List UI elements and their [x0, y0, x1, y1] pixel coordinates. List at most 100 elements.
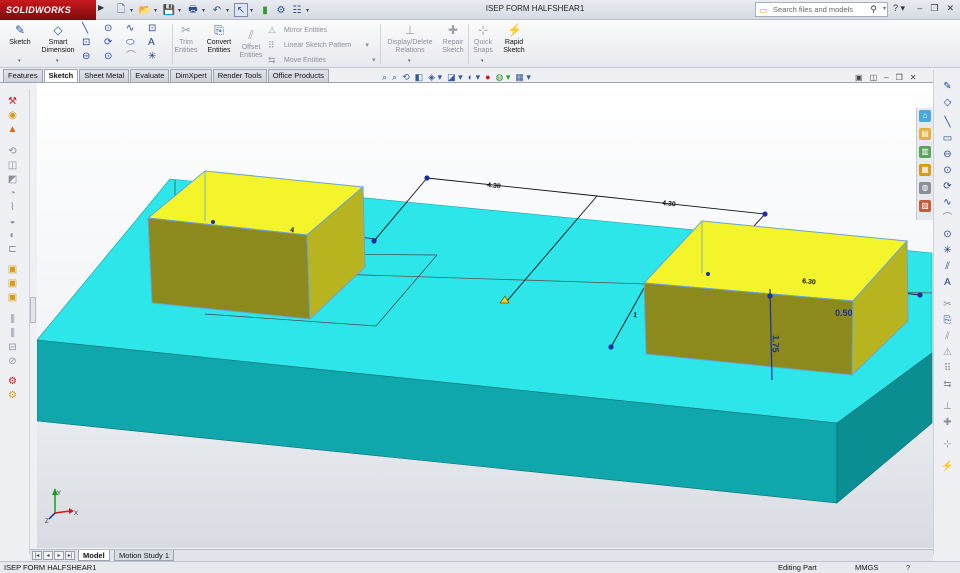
centerline-icon[interactable]: ⫽ [941, 260, 954, 273]
fillet-icon[interactable]: ⌒ [941, 212, 954, 225]
rapid-sketch-button[interactable]: ⚡ Rapid Sketch [500, 23, 528, 55]
edit-appearance-icon[interactable]: ● [485, 72, 490, 83]
select-cursor-icon[interactable]: ↖ [234, 3, 248, 17]
restore-icon[interactable]: ❐ [896, 73, 903, 82]
mirror-icon[interactable]: ⚠ [941, 346, 954, 359]
mirror-entities-button[interactable]: ⚠ Mirror Entities [268, 23, 376, 38]
chevron-down-icon[interactable]: ▾ [306, 7, 312, 14]
rectangle-icon[interactable]: ▭ [941, 132, 954, 145]
left-block-front-face[interactable] [147, 217, 311, 320]
tile-icon[interactable]: ▣ [855, 73, 863, 82]
linear-sketch-pattern-button[interactable]: ⠿ Linear Sketch Pattern ▾ [268, 38, 376, 53]
curves-icon[interactable]: ⫼ [6, 327, 19, 340]
repair-sketch-button[interactable]: ✚ Repair Sketch [440, 23, 466, 55]
arc-icon[interactable]: ⟳ [104, 36, 126, 50]
tab-model[interactable]: Model [78, 550, 110, 561]
help-icon[interactable]: ? ▾ [893, 3, 905, 14]
first-tab-icon[interactable]: |◂ [32, 551, 42, 560]
circle-icon[interactable]: ⊙ [941, 164, 954, 177]
features-icon[interactable]: ⚒ [6, 95, 19, 108]
hole-wizard-icon[interactable]: ▣ [6, 263, 19, 276]
instant3d-icon[interactable]: ⚙ [6, 375, 19, 388]
last-tab-icon[interactable]: ▸| [65, 551, 75, 560]
chevron-down-icon[interactable]: ▾ [372, 57, 376, 64]
graphics-area[interactable]: 4.30 4.30 6.30 4 1 1.75 0.50 Y X Z [37, 83, 933, 548]
sketch-point[interactable] [706, 272, 710, 276]
previous-tab-icon[interactable]: ◂ [43, 551, 53, 560]
close-icon[interactable]: ✕ [910, 73, 917, 82]
line-icon[interactable]: ╲ [82, 22, 104, 36]
apply-scene-icon[interactable]: ◍ ▾ [496, 72, 511, 83]
ellipse-icon[interactable]: ⬭ [126, 36, 148, 50]
trim-entities-button[interactable]: ✂ Trim Entities [172, 23, 200, 55]
point-icon[interactable]: ✳ [941, 244, 954, 257]
restore-icon[interactable]: ❐ [930, 3, 938, 14]
spline-icon[interactable]: ∿ [126, 22, 148, 36]
quick-snaps-icon[interactable]: ⊹ [941, 438, 954, 451]
view-triad[interactable]: Y X Z [45, 488, 78, 525]
chevron-down-icon[interactable]: ▾ [56, 58, 59, 64]
circle-icon[interactable]: ⊙ [104, 22, 126, 36]
sketch-point[interactable] [767, 293, 773, 299]
tab-evaluate[interactable]: Evaluate [130, 69, 170, 82]
view-settings-icon[interactable]: ▦ ▾ [515, 72, 531, 83]
sketch-icon[interactable]: ✎ [941, 80, 954, 93]
revolve-icon[interactable]: ▲ [6, 123, 19, 136]
construction-icon[interactable]: ⊡ [148, 22, 170, 36]
move-icon[interactable]: ⇆ [941, 378, 954, 391]
slot-icon[interactable]: ⊖ [941, 148, 954, 161]
chevron-down-icon[interactable]: ▾ [481, 58, 484, 64]
close-icon[interactable]: ✕ [946, 3, 954, 14]
file-explorer-icon[interactable]: ▥ [919, 146, 931, 158]
repair-sketch-icon[interactable]: ✚ [941, 416, 954, 429]
fillet-icon[interactable]: ⌒ [126, 50, 148, 64]
view-palette-icon[interactable]: ▦ [919, 164, 931, 176]
sketch-point[interactable] [211, 220, 215, 224]
display-style-icon[interactable]: ◪ ▾ [447, 72, 463, 83]
chevron-down-icon[interactable]: ▾ [408, 58, 411, 64]
split-line-icon[interactable]: ⊟ [6, 341, 19, 354]
zoom-area-icon[interactable]: ⌕ [392, 72, 397, 83]
tab-sheet-metal[interactable]: Sheet Metal [79, 69, 130, 82]
chevron-down-icon[interactable]: ▾ [250, 7, 256, 14]
chevron-down-icon[interactable]: ▾ [226, 7, 232, 14]
sketch-point[interactable] [762, 211, 768, 217]
new-document-icon[interactable]: 🗋 [114, 3, 128, 17]
zoom-to-fit-icon[interactable]: ⌕ [382, 72, 387, 83]
chevron-down-icon[interactable]: ▾ [202, 7, 208, 14]
sketch-point[interactable] [371, 238, 377, 244]
extrude-icon[interactable]: ◉ [6, 109, 19, 122]
custom-properties-icon[interactable]: ▧ [919, 200, 931, 212]
dimension-6-30[interactable]: 6.30 [802, 278, 816, 286]
help-button[interactable]: ? [906, 562, 910, 573]
dimension-4-30-right[interactable]: 4.30 [662, 200, 676, 208]
text-icon[interactable]: A [148, 36, 170, 50]
boundary-icon[interactable]: ◩ [6, 173, 19, 186]
sketch-point[interactable] [608, 344, 614, 350]
chevron-down-icon[interactable]: ▾ [365, 42, 369, 49]
solidworks-logo[interactable]: SOLIDWORKS [0, 0, 96, 20]
sketch-point[interactable] [917, 292, 923, 298]
slot-icon[interactable]: ⊖ [82, 50, 104, 64]
offset-entities-button[interactable]: ⫽ Offset Entities [236, 28, 266, 60]
rib-icon[interactable]: ◒ [6, 215, 19, 228]
dimension-4-30-left[interactable]: 4.30 [487, 182, 501, 190]
quick-snaps-button[interactable]: ⊹ Quick Snaps [470, 23, 496, 55]
dimension-1-75[interactable]: 1.75 [770, 335, 781, 353]
polygon-icon[interactable]: ⊙ [941, 228, 954, 241]
rapid-sketch-icon[interactable]: ⚡ [941, 460, 954, 473]
hide-show-icon[interactable]: ◐ ▾ [468, 72, 480, 83]
spline-icon[interactable]: ∿ [941, 196, 954, 209]
print-icon[interactable]: 🖶 [186, 3, 200, 17]
trim-icon[interactable]: ✂ [941, 298, 954, 311]
chevron-down-icon[interactable]: ▾ [18, 58, 21, 64]
line-icon[interactable]: ╲ [941, 116, 954, 129]
draft-icon[interactable]: ◐ [6, 229, 19, 242]
linear-pattern-icon[interactable]: ⠿ [941, 362, 954, 375]
view-orientation-icon[interactable]: ◈ ▾ [428, 72, 442, 83]
tab-motion-study-1[interactable]: Motion Study 1 [114, 550, 175, 561]
toolbar-resize-handle[interactable] [30, 297, 36, 323]
minimize-icon[interactable]: – [917, 3, 922, 14]
projected-curve-icon[interactable]: ⊘ [6, 355, 19, 368]
convert-entities-icon[interactable]: ⎘ [941, 314, 954, 327]
